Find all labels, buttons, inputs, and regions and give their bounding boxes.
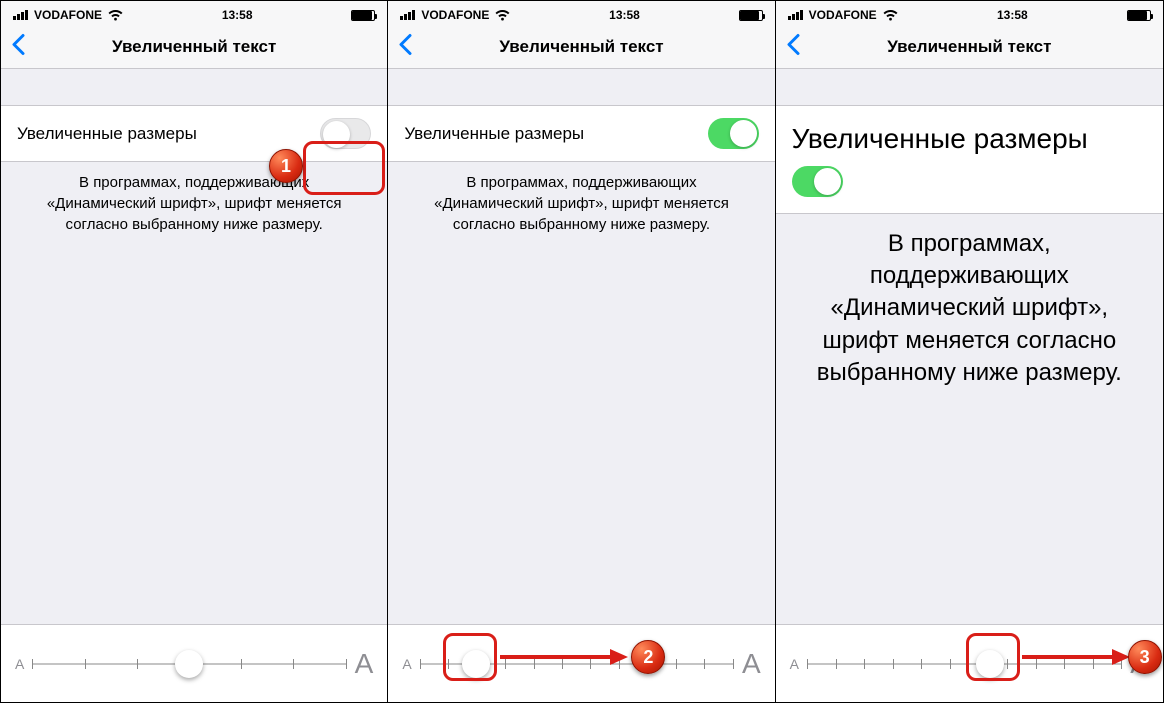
clock: 13:58 — [609, 8, 640, 22]
clock: 13:58 — [222, 8, 253, 22]
screen-2: VODAFONE 13:58 Увеличенный текст Увеличе… — [388, 1, 775, 702]
setting-description: В программах, поддерживающих «Динамическ… — [388, 162, 774, 245]
page-title: Увеличенный текст — [887, 37, 1051, 57]
toggle-knob — [814, 168, 841, 195]
wifi-icon — [108, 10, 123, 21]
carrier-label: VODAFONE — [421, 8, 489, 22]
screen-3: VODAFONE 13:58 Увеличенный текст Увеличе… — [776, 1, 1163, 702]
clock: 13:58 — [997, 8, 1028, 22]
text-size-slider[interactable] — [807, 649, 1122, 679]
battery-icon — [739, 10, 763, 21]
screen-1: VODAFONE 13:58 Увеличенный текст Увеличе… — [1, 1, 388, 702]
larger-sizes-label: Увеличенные размеры — [17, 124, 197, 144]
signal-icon — [13, 10, 28, 20]
status-bar: VODAFONE 13:58 — [388, 1, 774, 25]
small-a-icon: A — [402, 656, 411, 672]
page-title: Увеличенный текст — [112, 37, 276, 57]
status-bar: VODAFONE 13:58 — [776, 1, 1163, 25]
small-a-icon: A — [15, 656, 24, 672]
large-a-icon: A — [742, 648, 761, 680]
slider-thumb[interactable] — [976, 650, 1004, 678]
larger-sizes-toggle[interactable] — [792, 166, 843, 197]
wifi-icon — [883, 10, 898, 21]
larger-sizes-toggle[interactable] — [320, 118, 371, 149]
toggle-knob — [323, 121, 350, 148]
nav-bar: Увеличенный текст — [388, 25, 774, 69]
signal-icon — [788, 10, 803, 20]
back-chevron-icon[interactable] — [11, 33, 25, 60]
signal-icon — [400, 10, 415, 20]
larger-sizes-toggle[interactable] — [708, 118, 759, 149]
page-title: Увеличенный текст — [499, 37, 663, 57]
triptych-container: VODAFONE 13:58 Увеличенный текст Увеличе… — [0, 0, 1164, 703]
text-size-slider-area: A A — [776, 624, 1163, 702]
larger-sizes-label: Увеличенные размеры — [792, 122, 1088, 156]
large-a-icon: A — [355, 648, 374, 680]
larger-sizes-cell: Увеличенные размеры — [776, 105, 1163, 214]
text-size-slider-area: A A — [1, 624, 387, 702]
carrier-label: VODAFONE — [34, 8, 102, 22]
battery-icon — [351, 10, 375, 21]
text-size-slider-area: A A — [388, 624, 774, 702]
nav-bar: Увеличенный текст — [776, 25, 1163, 69]
nav-bar: Увеличенный текст — [1, 25, 387, 69]
back-chevron-icon[interactable] — [398, 33, 412, 60]
small-a-icon: A — [790, 656, 799, 672]
status-bar: VODAFONE 13:58 — [1, 1, 387, 25]
status-left: VODAFONE — [788, 8, 898, 22]
larger-sizes-label: Увеличенные размеры — [404, 124, 584, 144]
slider-thumb[interactable] — [462, 650, 490, 678]
slider-thumb[interactable] — [175, 650, 203, 678]
larger-sizes-cell: Увеличенные размеры — [388, 105, 774, 162]
callout-1-badge: 1 — [269, 149, 303, 183]
text-size-slider[interactable] — [32, 649, 346, 679]
carrier-label: VODAFONE — [809, 8, 877, 22]
toggle-knob — [730, 120, 757, 147]
setting-description: В программах, поддерживающих «Динамическ… — [1, 162, 387, 245]
status-left: VODAFONE — [13, 8, 123, 22]
slider-ticks — [807, 659, 1122, 669]
battery-icon — [1127, 10, 1151, 21]
status-right — [1127, 10, 1151, 21]
callout-3-badge: 3 — [1128, 640, 1162, 674]
back-chevron-icon[interactable] — [786, 33, 800, 60]
setting-description: В программах, поддерживающих «Динамическ… — [776, 214, 1163, 404]
wifi-icon — [495, 10, 510, 21]
text-size-slider[interactable] — [420, 649, 734, 679]
larger-sizes-cell: Увеличенные размеры — [1, 105, 387, 162]
status-right — [351, 10, 375, 21]
status-left: VODAFONE — [400, 8, 510, 22]
status-right — [739, 10, 763, 21]
